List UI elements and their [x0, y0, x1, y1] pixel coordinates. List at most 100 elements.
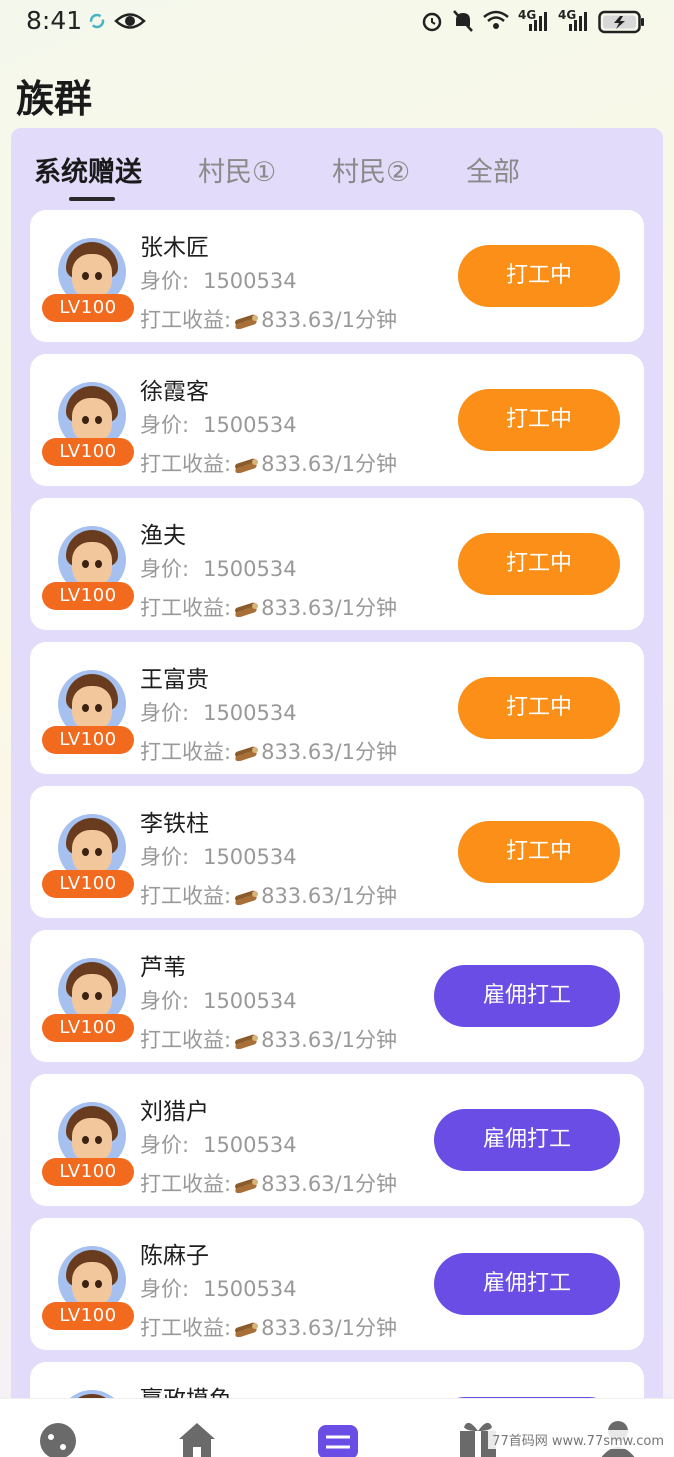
price-label: 身价:	[140, 557, 190, 581]
level-badge: LV100	[42, 582, 134, 610]
member-earnings: 打工收益: 833.63/1分钟	[140, 592, 397, 622]
member-name: 王富贵	[140, 667, 209, 693]
explore-icon[interactable]	[36, 1417, 80, 1457]
member-name: 李铁柱	[140, 811, 209, 837]
tab-all[interactable]: 全部	[466, 150, 520, 189]
clan-icon[interactable]	[316, 1417, 360, 1457]
member-price: 身价: 1500534	[140, 553, 297, 583]
earn-value: 833.63/1分钟	[261, 884, 397, 908]
wood-log-icon	[235, 746, 259, 761]
member-card: LV100 芦苇 身价: 1500534 打工收益: 833.63/1分钟 雇佣打工	[30, 930, 644, 1062]
member-price: 身价: 1500534	[140, 1273, 297, 1303]
hire-button[interactable]: 雇佣打工	[434, 1109, 620, 1171]
member-earnings: 打工收益: 833.63/1分钟	[140, 1024, 397, 1054]
member-card: LV100 渔夫身价: 1500534 打工收益: 833.63/1分钟 打工中	[30, 498, 644, 630]
working-button[interactable]: 打工中	[458, 389, 620, 451]
level-badge: LV100	[42, 1158, 134, 1186]
price-label: 身价:	[140, 269, 190, 293]
active-tab-indicator	[69, 197, 115, 201]
earn-label: 打工收益:	[140, 596, 232, 620]
earn-label: 打工收益:	[140, 308, 232, 332]
member-name: 渔夫	[140, 523, 186, 549]
working-button[interactable]: 打工中	[458, 677, 620, 739]
home-icon[interactable]	[175, 1417, 219, 1457]
watermark: 77首码网 www.77smw.com	[488, 1430, 668, 1449]
earn-label: 打工收益:	[140, 1028, 232, 1052]
price-value: 1500534	[203, 413, 297, 437]
tab-villager-1[interactable]: 村民①	[198, 150, 276, 189]
level-badge: LV100	[42, 294, 134, 322]
member-earnings: 打工收益: 833.63/1分钟	[140, 448, 397, 478]
wood-log-icon	[235, 890, 259, 905]
alarm-icon	[422, 12, 442, 32]
price-label: 身价:	[140, 1133, 190, 1157]
hire-button[interactable]: 雇佣打工	[434, 965, 620, 1027]
member-card: LV100 陈麻子身价: 1500534 打工收益: 833.63/1分钟 雇佣打工	[30, 1218, 644, 1350]
member-earnings: 打工收益: 833.63/1分钟	[140, 736, 397, 766]
member-price: 身价: 1500534	[140, 841, 297, 871]
earn-label: 打工收益:	[140, 740, 232, 764]
bottom-nav: 77首码网 www.77smw.com	[0, 1398, 674, 1457]
wood-log-icon	[235, 314, 259, 329]
member-price: 身价: 1500534	[140, 1129, 297, 1159]
price-label: 身价:	[140, 1277, 190, 1301]
member-price: 身价: 1500534	[140, 409, 297, 439]
member-price: 身价: 1500534	[140, 697, 297, 727]
signal-icon	[529, 12, 547, 31]
price-value: 1500534	[203, 701, 297, 725]
price-label: 身价:	[140, 989, 190, 1013]
price-value: 1500534	[203, 269, 297, 293]
earn-value: 833.63/1分钟	[261, 1316, 397, 1340]
working-button[interactable]: 打工中	[458, 533, 620, 595]
hire-button[interactable]: 雇佣打工	[434, 1253, 620, 1315]
member-name: 徐霞客	[140, 379, 209, 405]
eye-icon	[114, 13, 146, 29]
earn-value: 833.63/1分钟	[261, 308, 397, 332]
level-badge: LV100	[42, 870, 134, 898]
wood-log-icon	[235, 602, 259, 617]
member-card: LV100 李铁柱身价: 1500534 打工收益: 833.63/1分钟 打工中	[30, 786, 644, 918]
member-earnings: 打工收益: 833.63/1分钟	[140, 304, 397, 334]
earn-value: 833.63/1分钟	[261, 1172, 397, 1196]
member-earnings: 打工收益: 833.63/1分钟	[140, 1168, 397, 1198]
status-bar: 8:41 4G 4G	[0, 0, 674, 44]
working-button[interactable]: 打工中	[458, 245, 620, 307]
level-badge: LV100	[42, 1302, 134, 1330]
member-earnings: 打工收益: 833.63/1分钟	[140, 1312, 397, 1342]
price-label: 身价:	[140, 413, 190, 437]
member-name: 陈麻子	[140, 1243, 209, 1269]
wood-log-icon	[235, 1034, 259, 1049]
wood-log-icon	[235, 1178, 259, 1193]
member-earnings: 打工收益: 833.63/1分钟	[140, 880, 397, 910]
working-button[interactable]: 打工中	[458, 821, 620, 883]
status-time: 8:41	[26, 6, 83, 35]
tab-system-gift[interactable]: 系统赠送	[34, 150, 142, 189]
earn-label: 打工收益:	[140, 1316, 232, 1340]
price-value: 1500534	[203, 989, 297, 1013]
page-title: 族群	[16, 77, 93, 121]
members-panel: 系统赠送 村民① 村民② 全部 LV100 张木匠身价: 1500534 打工收益: 8…	[11, 128, 663, 1418]
wood-log-icon	[235, 1322, 259, 1337]
member-card: LV100 徐霞客身价: 1500534 打工收益: 833.63/1分钟 打工中	[30, 354, 644, 486]
price-value: 1500534	[203, 1133, 297, 1157]
level-badge: LV100	[42, 726, 134, 754]
level-badge: LV100	[42, 1014, 134, 1042]
member-card: LV100 张木匠身价: 1500534 打工收益: 833.63/1分钟 打工中	[30, 210, 644, 342]
wifi-icon	[483, 10, 509, 29]
price-label: 身价:	[140, 701, 190, 725]
price-value: 1500534	[203, 557, 297, 581]
member-name: 张木匠	[140, 235, 209, 261]
mute-icon	[453, 10, 473, 32]
signal-icon-2	[569, 12, 587, 31]
price-value: 1500534	[203, 845, 297, 869]
tab-villager-2[interactable]: 村民②	[332, 150, 410, 189]
sync-icon	[89, 13, 105, 29]
earn-value: 833.63/1分钟	[261, 596, 397, 620]
member-price: 身价: 1500534	[140, 985, 297, 1015]
price-value: 1500534	[203, 1277, 297, 1301]
level-badge: LV100	[42, 438, 134, 466]
member-price: 身价: 1500534	[140, 265, 297, 295]
earn-label: 打工收益:	[140, 884, 232, 908]
wood-log-icon	[235, 458, 259, 473]
price-label: 身价:	[140, 845, 190, 869]
